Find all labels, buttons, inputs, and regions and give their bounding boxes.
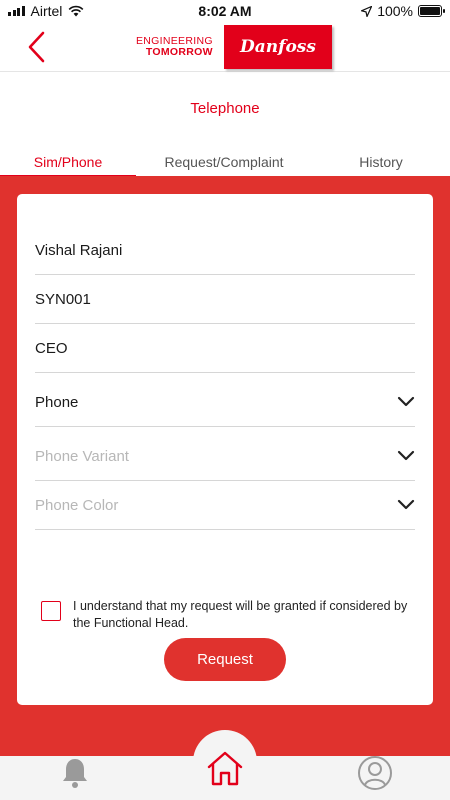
agreement-row: I understand that my request will be gra… xyxy=(41,598,411,632)
tab-request-complaint[interactable]: Request/Complaint xyxy=(136,150,312,176)
agreement-text: I understand that my request will be gra… xyxy=(73,599,408,630)
status-bar: Airtel 8:02 AM 100% xyxy=(0,0,450,22)
employee-id-value: SYN001 xyxy=(35,290,91,308)
status-right: 100% xyxy=(361,3,445,19)
logo-text: Danfoss xyxy=(240,37,316,57)
chevron-down-icon[interactable] xyxy=(397,450,415,462)
tab-sim-phone[interactable]: Sim/Phone xyxy=(0,150,136,178)
employee-id-field[interactable]: SYN001 xyxy=(35,275,415,324)
chevron-down-icon[interactable] xyxy=(397,499,415,511)
name-value: Vishal Rajani xyxy=(35,241,123,259)
tagline-line2: TOMORROW xyxy=(145,46,213,58)
tab-bar: Sim/Phone Request/Complaint History xyxy=(0,150,450,178)
battery-percent: 100% xyxy=(377,3,413,19)
designation-value: CEO xyxy=(35,339,68,357)
agreement-checkbox[interactable] xyxy=(41,601,61,621)
battery-fill xyxy=(420,7,440,15)
danfoss-logo: Danfoss xyxy=(224,25,332,69)
back-chevron-icon[interactable] xyxy=(24,30,52,64)
phone-color-placeholder: Phone Color xyxy=(35,496,119,514)
app-header: ENGINEERING TOMORROW Danfoss xyxy=(0,22,450,72)
designation-field[interactable]: CEO xyxy=(35,324,415,373)
page-title: Telephone xyxy=(190,100,260,117)
home-icon[interactable] xyxy=(205,748,245,788)
request-form-card: Vishal Rajani SYN001 CEO Phone Phone Var… xyxy=(17,194,433,705)
brand-tagline: ENGINEERING TOMORROW xyxy=(136,36,213,58)
battery-icon xyxy=(418,5,445,17)
bell-icon[interactable] xyxy=(58,756,92,790)
chevron-down-icon[interactable] xyxy=(397,396,415,408)
phone-color-select[interactable]: Phone Color xyxy=(35,481,415,530)
phone-variant-select[interactable]: Phone Variant xyxy=(35,432,415,481)
device-type-value: Phone xyxy=(35,393,79,411)
profile-icon[interactable] xyxy=(356,754,394,792)
location-arrow-icon xyxy=(361,5,373,17)
request-button[interactable]: Request xyxy=(164,638,286,681)
tab-history[interactable]: History xyxy=(312,150,450,176)
name-field[interactable]: Vishal Rajani xyxy=(35,226,415,275)
phone-variant-placeholder: Phone Variant xyxy=(35,447,129,465)
device-type-select[interactable]: Phone xyxy=(35,378,415,427)
